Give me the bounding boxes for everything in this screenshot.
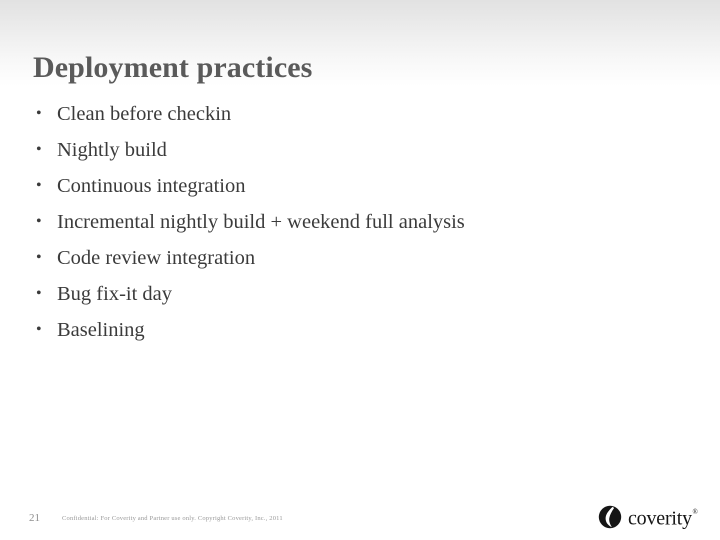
coverity-wordmark-text: coverity <box>628 507 692 530</box>
list-item: • Clean before checkin <box>30 96 690 132</box>
bullet-point-icon: • <box>36 249 42 266</box>
list-item: • Nightly build <box>30 132 690 168</box>
coverity-wordmark: coverity® <box>628 503 698 531</box>
bullet-point-icon: • <box>36 321 42 338</box>
list-item: • Incremental nightly build + weekend fu… <box>30 204 690 240</box>
list-item-label: Code review integration <box>57 247 256 269</box>
page-title: Deployment practices <box>33 51 313 85</box>
bullet-point-icon: • <box>36 105 42 122</box>
page-number: 21 <box>29 512 40 524</box>
list-item: • Baselining <box>30 312 690 348</box>
list-item-label: Nightly build <box>57 139 167 161</box>
bullet-point-icon: • <box>36 177 42 194</box>
list-item-label: Incremental nightly build + weekend full… <box>57 211 465 233</box>
bullet-list: • Clean before checkin • Nightly build •… <box>30 96 690 348</box>
bullet-point-icon: • <box>36 141 42 158</box>
list-item: • Bug fix-it day <box>30 276 690 312</box>
bullet-point-icon: • <box>36 285 42 302</box>
registered-trademark-icon: ® <box>692 508 698 517</box>
list-item: • Code review integration <box>30 240 690 276</box>
list-item-label: Bug fix-it day <box>57 283 173 305</box>
coverity-logo: coverity® <box>598 503 702 531</box>
list-item: • Continuous integration <box>30 168 690 204</box>
slide: Deployment practices • Clean before chec… <box>0 0 720 540</box>
list-item-label: Clean before checkin <box>57 103 232 125</box>
bullet-point-icon: • <box>36 213 42 230</box>
list-item-label: Continuous integration <box>57 175 246 197</box>
confidentiality-notice: Confidential: For Coverity and Partner u… <box>62 515 283 522</box>
coverity-mark-icon <box>598 505 622 529</box>
list-item-label: Baselining <box>57 319 145 341</box>
